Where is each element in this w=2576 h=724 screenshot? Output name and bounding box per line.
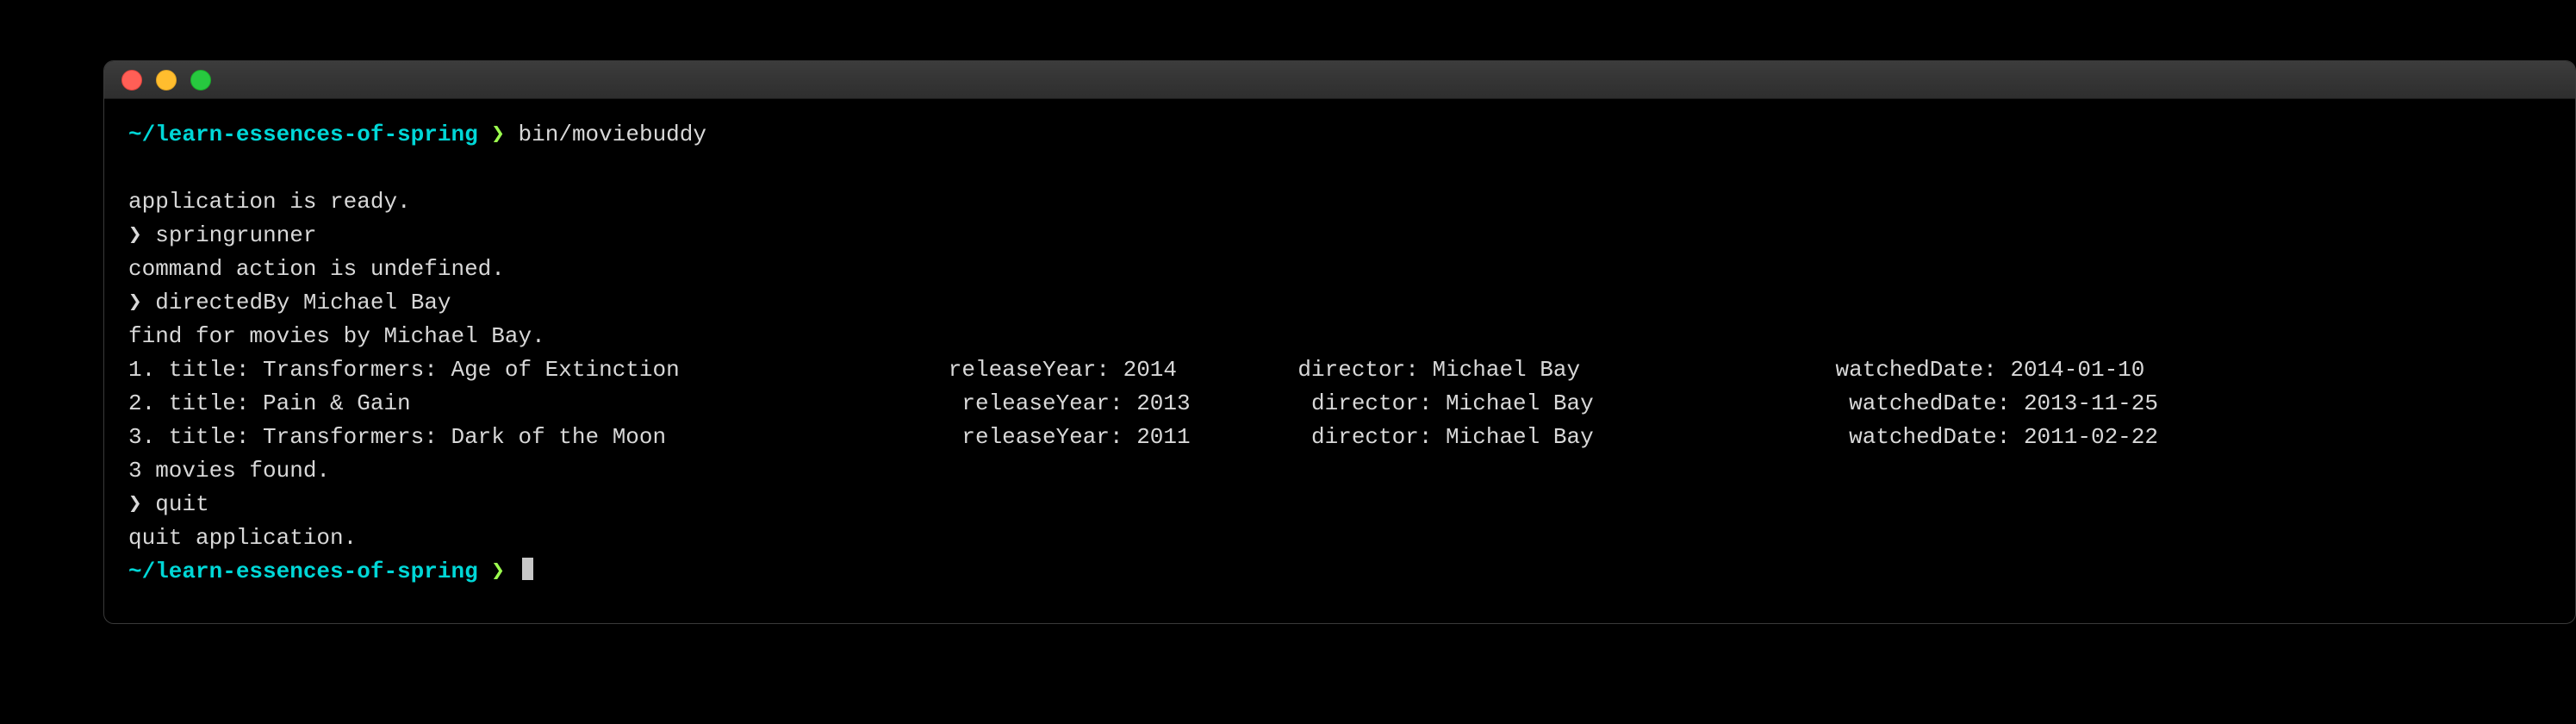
sub-prompt-icon: ❯ [128,222,142,248]
prompt-line: ~/learn-essences-of-spring ❯ bin/moviebu… [128,118,2551,152]
prompt-path: ~/learn-essences-of-spring [128,122,478,147]
titlebar [104,61,2575,99]
prompt-line-active[interactable]: ~/learn-essences-of-spring ❯ [128,555,2551,589]
output-line: 3 movies found. [128,454,2551,488]
maximize-icon[interactable] [190,70,211,90]
sub-prompt-line: ❯ springrunner [128,219,2551,253]
cursor-icon [522,558,533,580]
result-row: 1. title: Transformers: Age of Extinctio… [128,353,2551,387]
prompt-path: ~/learn-essences-of-spring [128,559,478,584]
output-line: quit application. [128,521,2551,555]
result-row: 2. title: Pain & Gain releaseYear: 2013 … [128,387,2551,421]
result-row: 3. title: Transformers: Dark of the Moon… [128,421,2551,454]
prompt-arrow-icon: ❯ [491,559,505,584]
output-line: application is ready. [128,185,2551,219]
terminal-window: ~/learn-essences-of-spring ❯ bin/moviebu… [103,60,2576,624]
sub-prompt-line: ❯ quit [128,488,2551,521]
close-icon[interactable] [121,70,142,90]
sub-prompt-icon: ❯ [128,491,142,517]
minimize-icon[interactable] [156,70,177,90]
output-line: find for movies by Michael Bay. [128,320,2551,353]
output-line: command action is undefined. [128,253,2551,286]
sub-prompt-line: ❯ directedBy Michael Bay [128,286,2551,320]
prompt-arrow-icon: ❯ [491,122,505,147]
sub-command: quit [155,491,208,517]
command-text: bin/moviebuddy [519,122,706,147]
sub-prompt-icon: ❯ [128,290,142,315]
sub-command: springrunner [155,222,316,248]
blank-line [128,152,2551,185]
sub-command: directedBy Michael Bay [155,290,451,315]
terminal-body[interactable]: ~/learn-essences-of-spring ❯ bin/moviebu… [104,99,2575,623]
